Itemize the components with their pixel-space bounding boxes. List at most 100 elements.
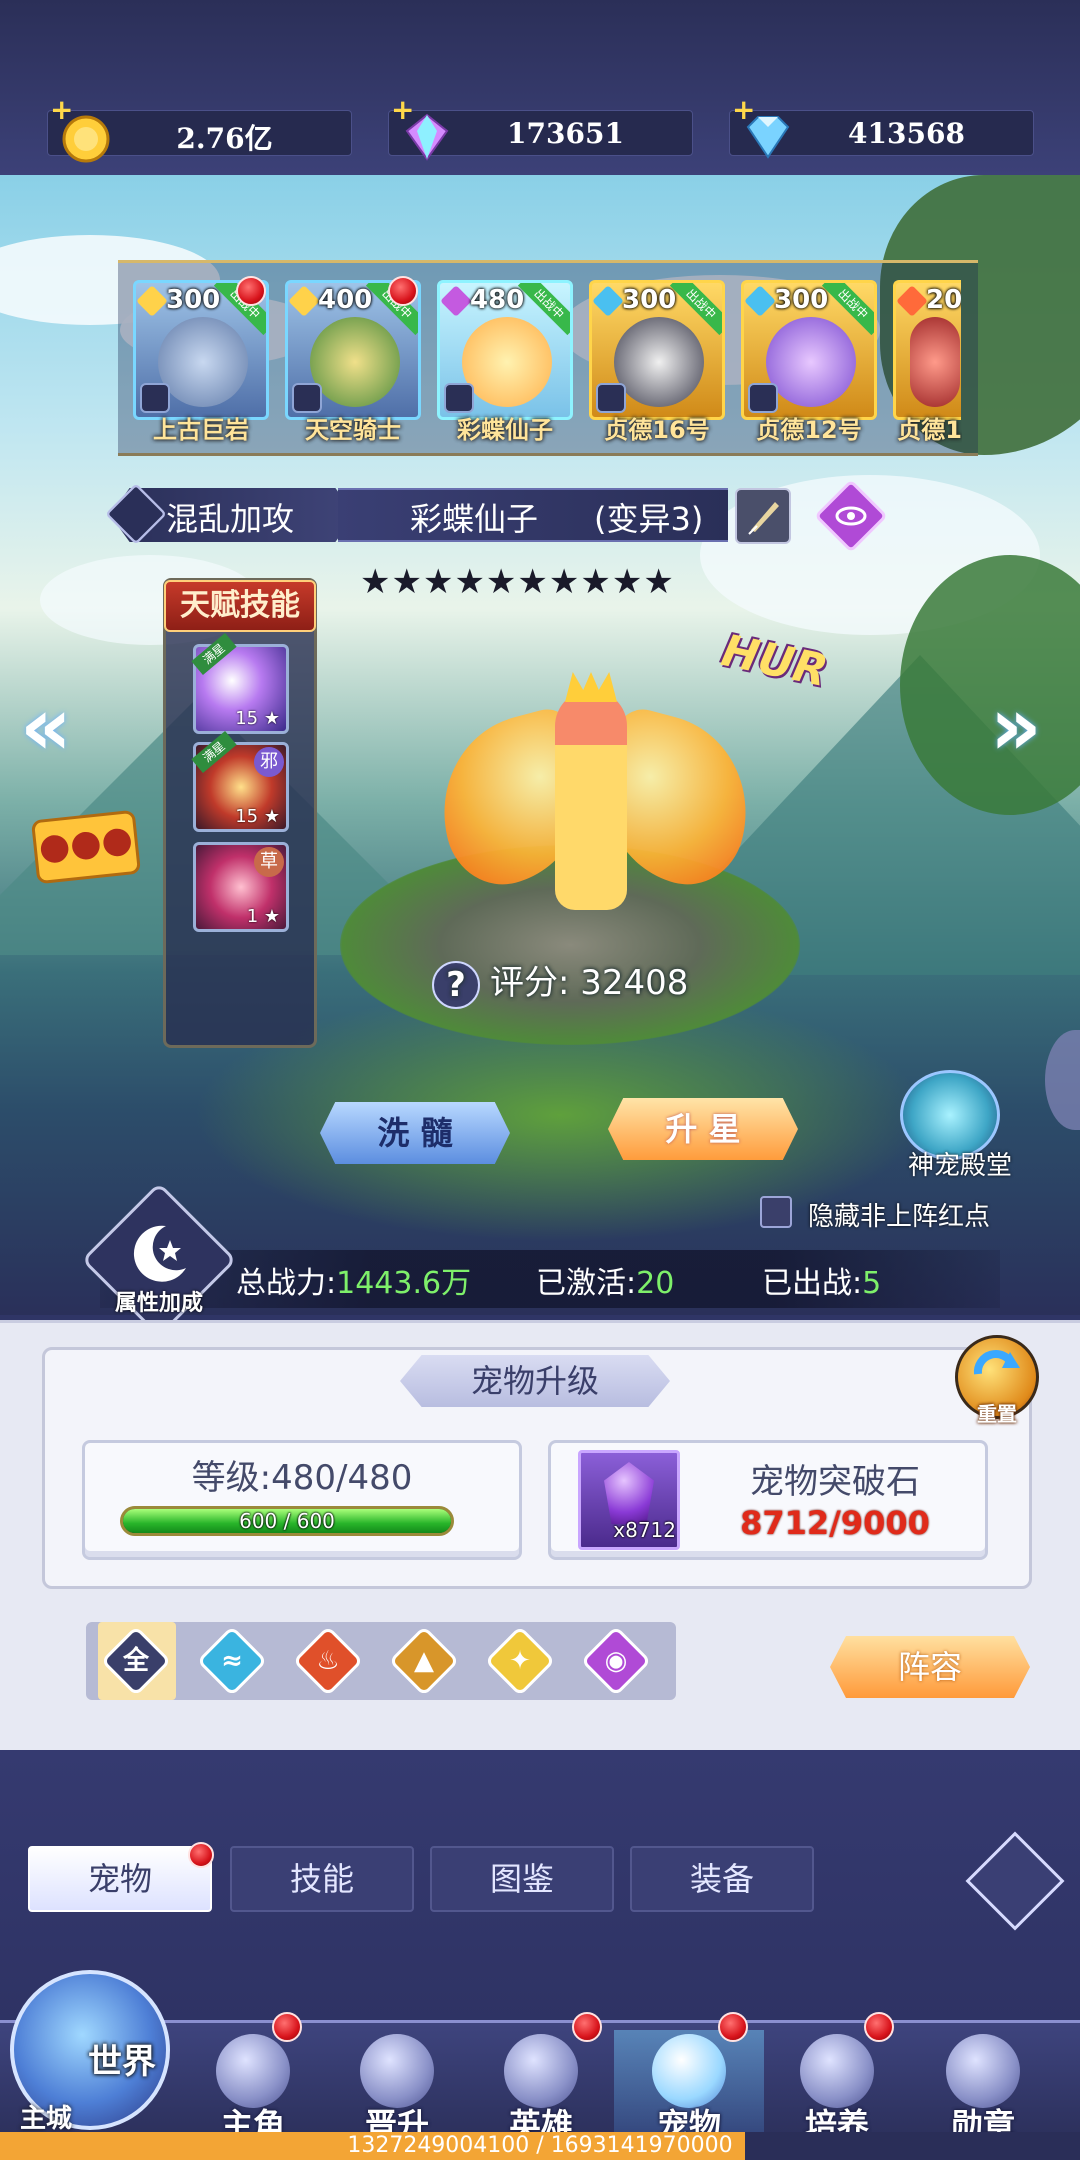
tab-codex[interactable]: 图鉴 — [430, 1846, 614, 1912]
level-value: 480/480 — [271, 1458, 413, 1498]
talent-level: 15 ★ — [235, 708, 280, 729]
eye-icon — [835, 506, 867, 526]
pet-card-6[interactable]: 20 — [893, 280, 961, 420]
class-badge-icon — [140, 383, 170, 413]
pet-level: 400 — [318, 285, 373, 315]
light-element-icon — [288, 285, 320, 317]
stone-name: 宠物突破石 — [750, 1462, 920, 1502]
pet-icon — [652, 2034, 726, 2108]
water-element-icon — [744, 285, 776, 317]
pet-card-4[interactable]: 300 出战中 — [589, 280, 725, 420]
help-icon[interactable]: ? — [432, 960, 480, 1009]
upgrade-title: 宠物升级 — [400, 1355, 670, 1407]
attribute-bonus-label: 属性加成 — [114, 1291, 203, 1316]
crown-icon — [565, 672, 617, 702]
talent-skill-3[interactable]: 草 1 ★ — [193, 842, 289, 932]
pet-name: 天空骑士 — [305, 416, 401, 444]
deployed-label: 已出战: — [762, 1266, 863, 1301]
add-gold-icon[interactable]: + — [50, 93, 73, 126]
total-power: 总战力:1443.6万 — [236, 1258, 471, 1302]
next-pet-arrow[interactable]: » — [990, 680, 1042, 773]
total-power-value: 1443.6万 — [336, 1266, 472, 1301]
class-badge-icon — [444, 383, 474, 413]
world-label: 世界 — [88, 2042, 156, 2082]
rainbow-gem-value: 173651 — [507, 117, 624, 150]
red-dot-notification — [718, 2012, 748, 2042]
pet-card-3[interactable]: 480 出战中 — [437, 280, 573, 420]
rainbow-gem-counter[interactable]: + 173651 — [388, 93, 693, 161]
add-diamond-icon[interactable]: + — [732, 93, 755, 126]
pet-name: 贞德16号 — [604, 416, 710, 444]
activated-count: 已激活:20 — [536, 1258, 674, 1302]
exp-progress-bar: 600 / 600 — [120, 1506, 454, 1536]
main-city-label: 主城 — [20, 2104, 73, 2134]
class-badge-icon — [748, 383, 778, 413]
level-label: 等级: — [191, 1458, 272, 1498]
level-display: 等级:480/480 — [82, 1450, 522, 1499]
talent-skill-1[interactable]: 满星 15 ★ — [191, 632, 289, 734]
hero-figure[interactable] — [555, 690, 627, 910]
total-power-label: 总战力: — [236, 1266, 337, 1301]
pet-portrait — [910, 317, 960, 407]
tab-equipment[interactable]: 装备 — [630, 1846, 814, 1912]
pet-name: 上古巨岩 — [153, 416, 249, 444]
wash-button[interactable]: 洗 髓 — [320, 1102, 510, 1164]
pet-level: 300 — [774, 285, 829, 315]
red-dot-notification — [388, 276, 418, 306]
diamond-value: 413568 — [848, 117, 965, 150]
activated-value: 20 — [636, 1266, 675, 1301]
add-rainbow-gem-icon[interactable]: + — [391, 93, 414, 126]
stone-progress: 8712/9000 — [740, 1504, 930, 1542]
gold-value: 2.76亿 — [176, 122, 273, 155]
activated-label: 已激活: — [536, 1266, 637, 1301]
talent-skill-2[interactable]: 满星 邪 15 ★ — [191, 730, 289, 832]
rename-button[interactable] — [735, 488, 791, 544]
score-display: ? 评分: 32408 — [432, 955, 732, 1009]
talent-level: 1 ★ — [246, 906, 280, 927]
selected-pet-variant: (变异3) — [594, 500, 704, 538]
hide-red-dot-label: 隐藏非上阵红点 — [808, 1202, 991, 1232]
stone-count: x8712 — [613, 1518, 676, 1542]
water-element-icon — [592, 285, 624, 317]
diamond-counter[interactable]: + 413568 — [729, 93, 1034, 159]
pet-card-5[interactable]: 300 出战中 — [741, 280, 877, 420]
moon-star-icon — [133, 1225, 186, 1282]
filter-all-label: 全 — [122, 1646, 149, 1676]
deployed-value: 5 — [862, 1266, 882, 1301]
pet-portrait — [158, 317, 248, 407]
pet-name: 彩蝶仙子 — [457, 416, 553, 444]
pet-portrait — [462, 317, 552, 407]
chat-bubble-icon[interactable]: ●●● — [30, 809, 142, 885]
red-dot-notification — [272, 2012, 302, 2042]
dark-element-icon — [440, 285, 472, 317]
grass-tag: 草 — [254, 847, 284, 877]
talent-title: 天赋技能 — [164, 580, 316, 632]
pet-level: 480 — [470, 285, 525, 315]
reset-label: 重置 — [977, 1402, 1017, 1426]
gold-counter[interactable]: + 2.76亿 — [47, 93, 352, 163]
light-element-icon — [136, 285, 168, 317]
star-up-button[interactable]: 升 星 — [608, 1098, 798, 1160]
top-bar: + 2.76亿 + 173651 + 413568 — [0, 0, 1080, 175]
hide-red-dot-checkbox[interactable] — [760, 1196, 792, 1228]
prev-pet-arrow[interactable]: « — [20, 680, 72, 773]
tab-pet[interactable]: 宠物 — [28, 1846, 212, 1912]
pet-portrait — [310, 317, 400, 407]
tab-skill[interactable]: 技能 — [230, 1846, 414, 1912]
exp-progress-text: 600 / 600 — [239, 1509, 335, 1533]
lineup-button[interactable]: 阵容 — [830, 1636, 1030, 1698]
red-dot-notification — [188, 1842, 214, 1868]
class-badge-icon — [292, 383, 322, 413]
pet-portrait — [614, 317, 704, 407]
pet-temple-label[interactable]: 神宠殿堂 — [880, 1145, 1040, 1182]
pet-name: 贞德1 — [897, 416, 962, 444]
medal-icon — [946, 2034, 1020, 2108]
selected-pet-name: 彩蝶仙子 — [410, 500, 539, 538]
red-dot-notification — [236, 276, 266, 306]
skill-tag-label: 混乱加攻 — [166, 500, 295, 538]
pet-portrait — [766, 317, 856, 407]
heroes-icon — [504, 2034, 578, 2108]
footer-counter: 1327249004100 / 1693141970000 — [0, 2132, 1080, 2160]
class-badge-icon — [596, 383, 626, 413]
training-icon — [800, 2034, 874, 2108]
